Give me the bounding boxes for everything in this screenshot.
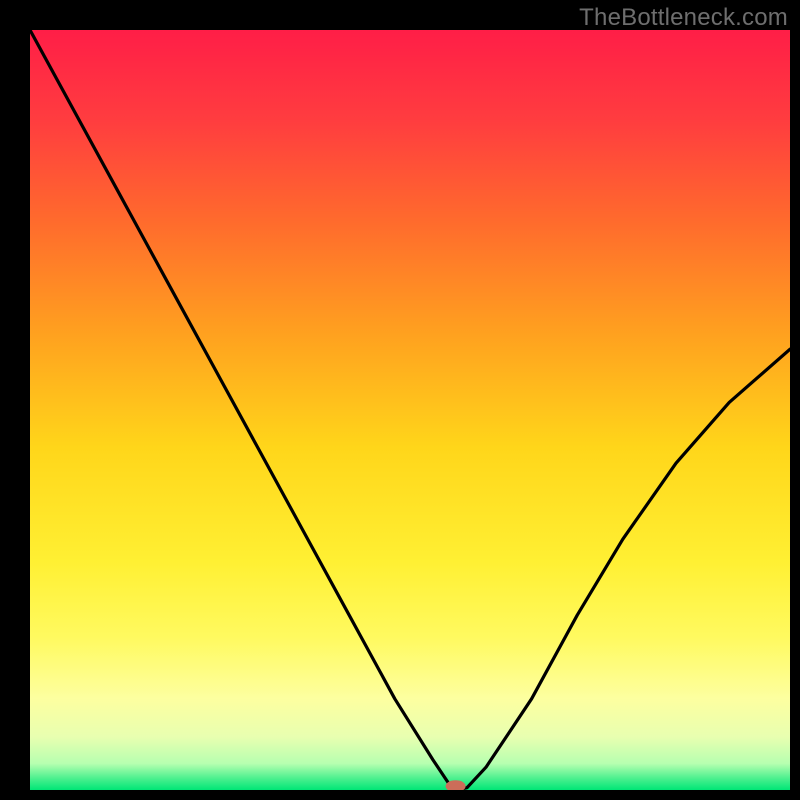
watermark-text: TheBottleneck.com [579,4,788,32]
plot-area [30,30,790,790]
plot-svg [30,30,790,790]
chart-frame: TheBottleneck.com [0,0,800,800]
gradient-background [30,30,790,790]
